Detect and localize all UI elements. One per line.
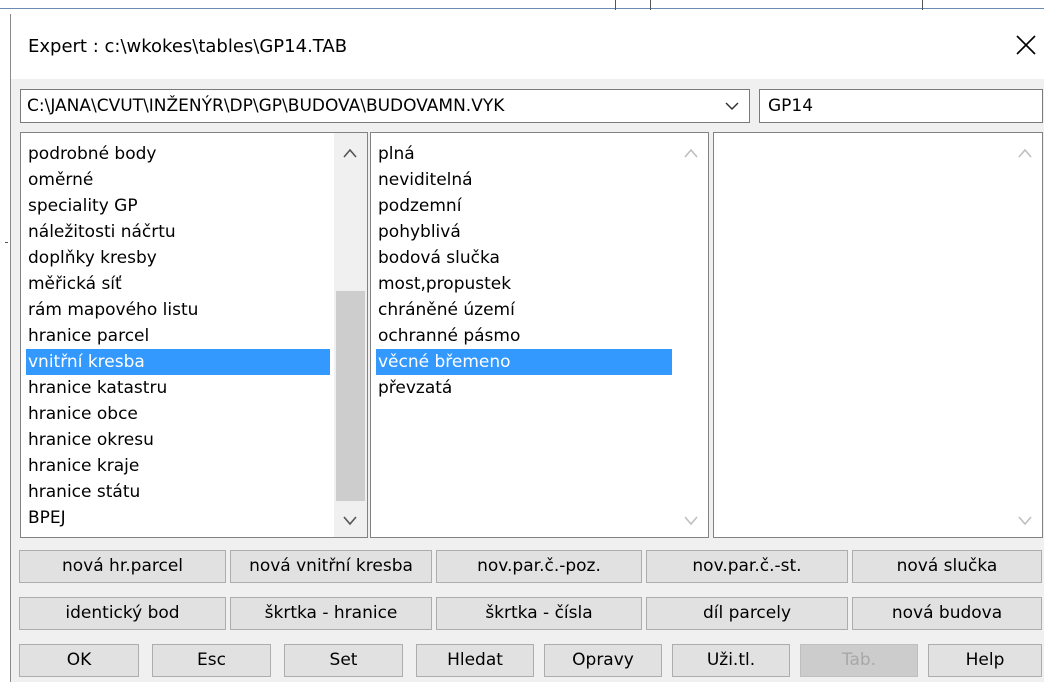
user-buttons-button[interactable]: Uži.tl. (672, 644, 790, 677)
category-listbox[interactable]: podrobné body oměrné speciality GP nálež… (20, 132, 368, 538)
list-item[interactable]: neviditelná (376, 167, 672, 193)
esc-button[interactable]: Esc (152, 644, 271, 677)
detail-scrollbar (1009, 133, 1042, 537)
close-button[interactable] (1011, 30, 1041, 60)
new-loop-button[interactable]: nová slučka (852, 550, 1042, 583)
detail-listbox[interactable] (713, 132, 1043, 538)
path-combobox[interactable]: C:\JANA\CVUT\INŽENÝR\DP\GP\BUDOVA\BUDOVA… (20, 89, 750, 123)
list-item[interactable]: podzemní (376, 193, 672, 219)
category-scrollbar[interactable] (334, 133, 367, 537)
list-item[interactable]: oměrné (26, 167, 330, 193)
list-item[interactable]: plná (376, 141, 672, 167)
table-name-value: GP14 (768, 96, 814, 116)
list-item[interactable]: most,propustek (376, 271, 672, 297)
scroll-down-icon[interactable] (342, 515, 358, 527)
background-divider (615, 0, 616, 10)
list-item[interactable]: převzatá (376, 375, 672, 401)
close-icon (1016, 35, 1036, 55)
set-button[interactable]: Set (284, 644, 403, 677)
ok-button[interactable]: OK (19, 644, 139, 677)
window-title: Expert : c:\wkokes\tables\GP14.TAB (28, 36, 348, 57)
list-item[interactable]: bodová slučka (376, 245, 672, 271)
list-item[interactable]: pohyblivá (376, 219, 672, 245)
list-item[interactable]: chráněné území (376, 297, 672, 323)
strike-boundary-button[interactable]: škrtka - hranice (230, 597, 432, 630)
identical-point-button[interactable]: identický bod (19, 597, 226, 630)
table-name-field[interactable]: GP14 (759, 89, 1043, 123)
list-item[interactable]: hranice kraje (26, 453, 330, 479)
expert-dialog: Expert : c:\wkokes\tables\GP14.TAB C:\JA… (10, 14, 1044, 682)
parcel-part-button[interactable]: díl parcely (646, 597, 848, 630)
category-list: podrobné body oměrné speciality GP nálež… (26, 141, 330, 531)
new-inner-drawing-button[interactable]: nová vnitřní kresba (230, 550, 432, 583)
new-building-button[interactable]: nová budova (852, 597, 1042, 630)
corrections-button[interactable]: Opravy (544, 644, 662, 677)
list-item[interactable]: BPEJ (26, 505, 330, 531)
list-item[interactable]: hranice parcel (26, 323, 330, 349)
new-parcel-boundary-button[interactable]: nová hr.parcel (19, 550, 226, 583)
list-item[interactable]: měřická síť (26, 271, 330, 297)
path-combobox-value: C:\JANA\CVUT\INŽENÝR\DP\GP\BUDOVA\BUDOVA… (27, 96, 505, 116)
list-item[interactable]: hranice okresu (26, 427, 330, 453)
list-item-selected[interactable]: věcné břemeno (376, 349, 672, 375)
type-list: plná neviditelná podzemní pohyblivá bodo… (376, 141, 672, 401)
type-scrollbar (675, 133, 708, 537)
list-item[interactable]: rám mapového listu (26, 297, 330, 323)
list-item[interactable]: náležitosti náčrtu (26, 219, 330, 245)
list-item-selected[interactable]: vnitřní kresba (26, 349, 330, 375)
scroll-down-icon (684, 516, 698, 526)
type-listbox[interactable]: plná neviditelná podzemní pohyblivá bodo… (370, 132, 709, 538)
strike-numbers-button[interactable]: škrtka - čísla (436, 597, 642, 630)
list-item[interactable]: ochranné pásmo (376, 323, 672, 349)
background-tick (5, 242, 8, 243)
search-button[interactable]: Hledat (416, 644, 534, 677)
list-item[interactable]: hranice státu (26, 479, 330, 505)
list-item[interactable]: podrobné body (26, 141, 330, 167)
list-item[interactable]: hranice obce (26, 401, 330, 427)
tab-button: Tab. (800, 644, 918, 677)
background-divider (922, 0, 923, 10)
new-parcel-number-poz-button[interactable]: nov.par.č.-poz. (436, 550, 642, 583)
scroll-up-icon[interactable] (342, 147, 358, 159)
chevron-down-icon[interactable] (725, 101, 739, 111)
scroll-up-icon (684, 148, 698, 158)
scroll-down-icon (1018, 516, 1032, 526)
new-parcel-number-st-button[interactable]: nov.par.č.-st. (646, 550, 848, 583)
title-bar[interactable]: Expert : c:\wkokes\tables\GP14.TAB (11, 14, 1044, 79)
scroll-thumb[interactable] (336, 291, 365, 501)
scroll-up-icon (1018, 148, 1032, 158)
background-window-edge (0, 0, 1044, 9)
list-item[interactable]: speciality GP (26, 193, 330, 219)
list-item[interactable]: hranice katastru (26, 375, 330, 401)
list-item[interactable]: doplňky kresby (26, 245, 330, 271)
background-divider (650, 0, 651, 10)
help-button[interactable]: Help (928, 644, 1042, 677)
